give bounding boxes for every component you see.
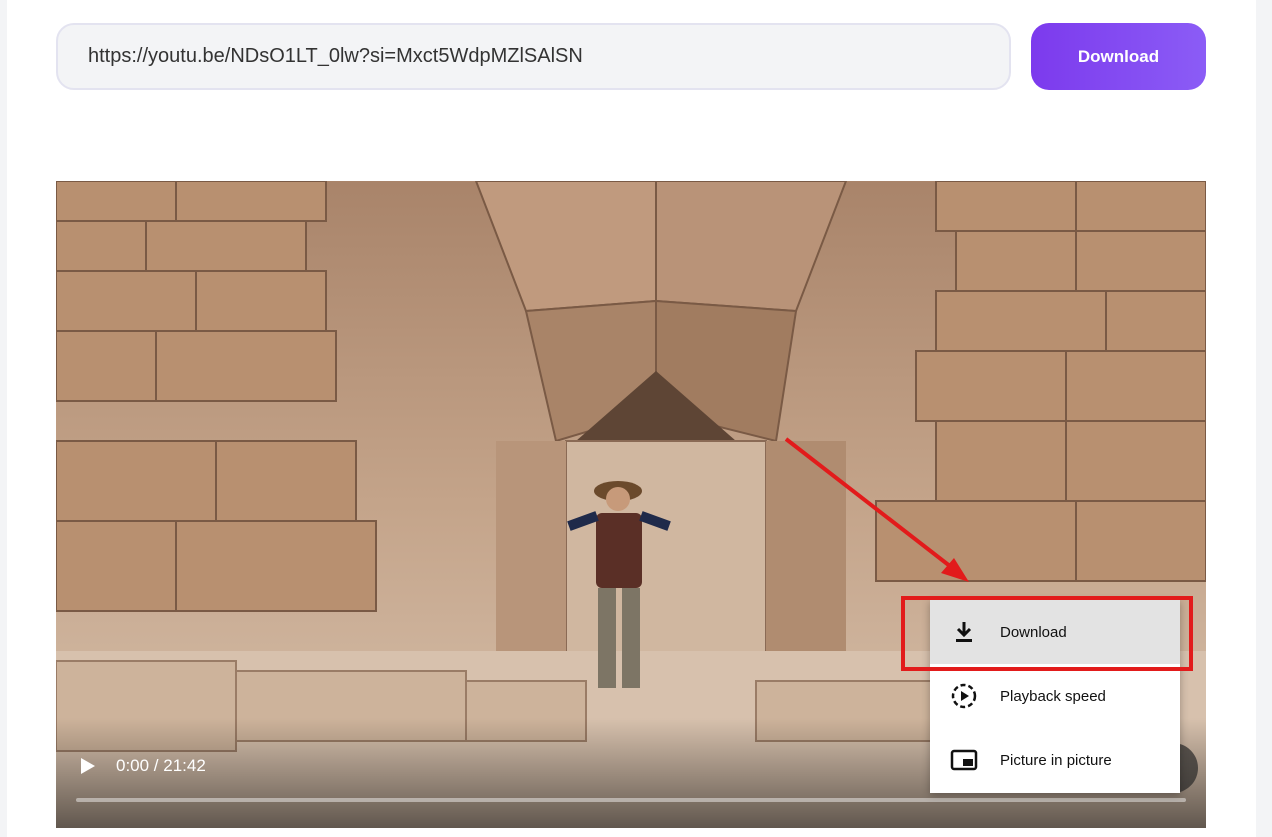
- menu-item-download[interactable]: Download: [930, 600, 1180, 664]
- picture-in-picture-icon: [950, 749, 978, 771]
- menu-item-label: Playback speed: [1000, 688, 1106, 705]
- play-icon[interactable]: [78, 755, 98, 777]
- menu-item-picture-in-picture[interactable]: Picture in picture: [930, 728, 1180, 792]
- time-display: 0:00 / 21:42: [116, 756, 206, 775]
- menu-item-label: Download: [1000, 624, 1067, 641]
- download-button[interactable]: Download: [1031, 23, 1206, 90]
- menu-item-playback-speed[interactable]: Playback speed: [930, 664, 1180, 728]
- progress-bar[interactable]: [76, 798, 1186, 802]
- menu-item-label: Picture in picture: [1000, 752, 1112, 769]
- player-context-menu: Download Playback speed Picture in pictu…: [930, 600, 1180, 793]
- url-input[interactable]: [56, 23, 1011, 90]
- playback-speed-icon: [951, 683, 977, 709]
- download-icon: [956, 622, 972, 642]
